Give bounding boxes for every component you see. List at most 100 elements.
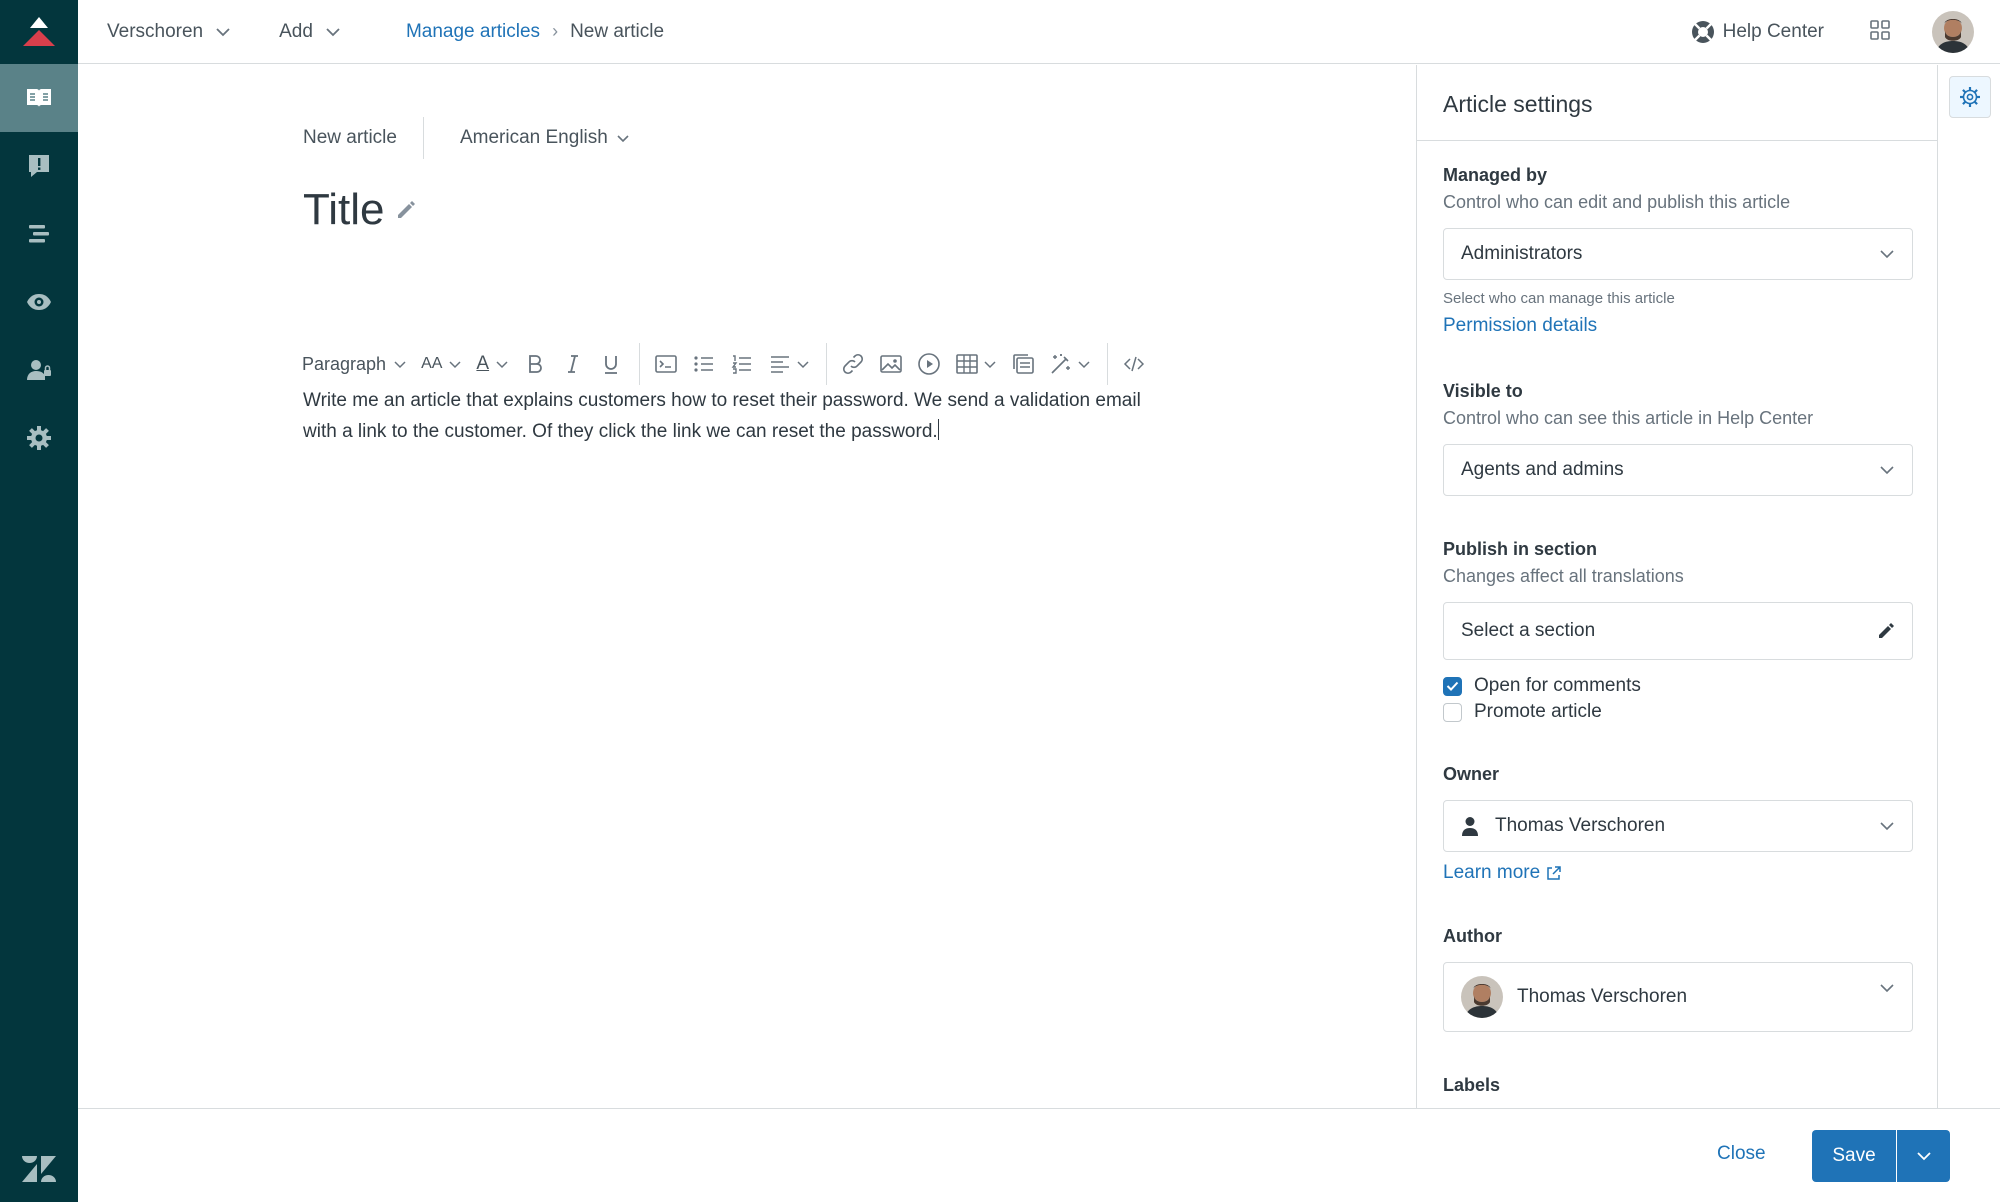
labels-label: Labels bbox=[1443, 1075, 1501, 1095]
font-size-icon: AA bbox=[421, 355, 443, 372]
toolbar-separator bbox=[826, 343, 828, 385]
table-dropdown[interactable] bbox=[955, 352, 997, 376]
body-line: with a link to the customer. Of they cli… bbox=[303, 421, 938, 442]
article-settings-panel: Article settings Managed by Control who … bbox=[1416, 65, 1938, 1108]
author-value: Thomas Verschoren bbox=[1517, 986, 1688, 1007]
workspace-dropdown[interactable]: Verschoren bbox=[107, 21, 231, 43]
chevron-down-icon bbox=[394, 360, 406, 368]
breadcrumb-manage-articles[interactable]: Manage articles bbox=[406, 21, 540, 43]
permission-details-link[interactable]: Permission details bbox=[1443, 315, 1597, 337]
chevron-down-icon bbox=[1880, 822, 1894, 831]
add-label: Add bbox=[279, 20, 313, 42]
language-dropdown[interactable]: American English bbox=[460, 127, 630, 149]
help-center-link[interactable]: Help Center bbox=[1691, 20, 1824, 44]
author-select[interactable]: Thomas Verschoren bbox=[1443, 962, 1913, 1032]
managed-by-select[interactable]: Administrators bbox=[1443, 228, 1913, 280]
publish-section: Publish in section Changes affect all tr… bbox=[1443, 539, 1913, 660]
open-for-comments-checkbox[interactable]: Open for comments bbox=[1443, 673, 1911, 699]
nav-arrange-icon[interactable] bbox=[0, 200, 78, 268]
ai-magic-dropdown[interactable] bbox=[1049, 352, 1091, 376]
save-options-button[interactable] bbox=[1897, 1130, 1950, 1182]
numbered-list-icon[interactable] bbox=[730, 352, 754, 376]
managed-by-section: Managed by Control who can edit and publ… bbox=[1443, 165, 1913, 337]
code-block-icon[interactable] bbox=[654, 352, 678, 376]
breadcrumb-current: New article bbox=[570, 20, 665, 42]
visible-to-label: Visible to bbox=[1443, 381, 1523, 401]
chevron-down-icon bbox=[216, 27, 230, 36]
paragraph-style-dropdown[interactable]: Paragraph bbox=[302, 354, 407, 375]
body-line: Write me an article that explains custom… bbox=[303, 390, 1141, 411]
left-nav bbox=[0, 0, 78, 1202]
content-block-icon[interactable] bbox=[1011, 352, 1035, 376]
close-button[interactable]: Close bbox=[1717, 1143, 1766, 1165]
open-for-comments-label: Open for comments bbox=[1474, 675, 1641, 696]
external-link-icon bbox=[1547, 865, 1561, 880]
chevron-down-icon bbox=[1916, 1152, 1931, 1161]
video-play-icon[interactable] bbox=[917, 352, 941, 376]
publish-hint: Changes affect all translations bbox=[1443, 566, 1684, 586]
promote-article-checkbox[interactable]: Promote article bbox=[1443, 699, 1911, 725]
bullet-list-icon[interactable] bbox=[692, 352, 716, 376]
image-icon[interactable] bbox=[879, 352, 903, 376]
product-logo[interactable] bbox=[0, 0, 78, 64]
title-field[interactable]: Title bbox=[303, 185, 417, 235]
zendesk-arrow-logo-icon bbox=[23, 17, 55, 46]
save-button[interactable]: Save bbox=[1812, 1130, 1896, 1182]
promote-article-label: Promote article bbox=[1474, 701, 1602, 722]
nav-settings-gear-icon[interactable] bbox=[0, 404, 78, 472]
top-bar: Verschoren Add Manage articles › New art… bbox=[78, 0, 2000, 64]
chevron-down-icon bbox=[1880, 984, 1894, 993]
paragraph-label: Paragraph bbox=[302, 353, 387, 374]
checkbox-unchecked-icon[interactable] bbox=[1443, 702, 1462, 722]
article-body-editor[interactable]: Write me an article that explains custom… bbox=[303, 385, 1203, 447]
nav-feedback-icon[interactable] bbox=[0, 132, 78, 200]
owner-select[interactable]: Thomas Verschoren bbox=[1443, 800, 1913, 852]
owner-label: Owner bbox=[1443, 764, 1500, 784]
owner-value: Thomas Verschoren bbox=[1495, 815, 1666, 836]
footer-bar: Close Save bbox=[78, 1108, 2000, 1202]
owner-section: Owner Thomas Verschoren Learn more bbox=[1443, 764, 1913, 884]
alignment-dropdown[interactable] bbox=[768, 352, 810, 376]
labels-section: Labels bbox=[1443, 1075, 1911, 1096]
italic-icon[interactable] bbox=[561, 352, 585, 376]
settings-panel-toggle-gear-icon[interactable] bbox=[1949, 76, 1991, 118]
add-dropdown[interactable]: Add bbox=[279, 21, 341, 43]
link-icon[interactable] bbox=[841, 352, 865, 376]
font-size-dropdown[interactable]: AA bbox=[421, 355, 462, 373]
underline-icon[interactable] bbox=[599, 352, 623, 376]
text-caret bbox=[937, 419, 939, 440]
help-center-label: Help Center bbox=[1722, 21, 1824, 42]
pencil-icon[interactable] bbox=[395, 199, 417, 221]
text-color-icon: A bbox=[476, 353, 490, 374]
user-avatar[interactable] bbox=[1932, 11, 1974, 53]
section-placeholder: Select a section bbox=[1461, 620, 1596, 641]
breadcrumb: Manage articles › New article bbox=[406, 21, 664, 43]
visible-to-section: Visible to Control who can see this arti… bbox=[1443, 381, 1913, 496]
managed-by-value: Administrators bbox=[1461, 243, 1583, 264]
text-color-dropdown[interactable]: A bbox=[476, 353, 509, 375]
table-icon bbox=[956, 354, 978, 374]
source-code-icon[interactable] bbox=[1122, 352, 1146, 376]
zendesk-logo-icon bbox=[0, 1156, 78, 1182]
chevron-down-icon bbox=[617, 134, 629, 142]
nav-preview-eye-icon[interactable] bbox=[0, 268, 78, 336]
publish-label: Publish in section bbox=[1443, 539, 1598, 559]
apps-grid-icon[interactable] bbox=[1870, 19, 1890, 45]
divider bbox=[422, 117, 424, 159]
section-picker[interactable]: Select a section bbox=[1443, 602, 1913, 660]
visible-to-select[interactable]: Agents and admins bbox=[1443, 444, 1913, 496]
breadcrumb-separator-icon: › bbox=[552, 21, 559, 41]
bold-icon[interactable] bbox=[523, 352, 547, 376]
author-avatar bbox=[1461, 976, 1503, 1018]
checkbox-group: Open for comments Promote article bbox=[1443, 673, 1911, 725]
language-label: American English bbox=[459, 127, 608, 148]
learn-more-link[interactable]: Learn more bbox=[1443, 862, 1561, 884]
workspace-label: Verschoren bbox=[107, 20, 204, 42]
checkbox-checked-icon[interactable] bbox=[1443, 676, 1462, 696]
article-title[interactable]: Title bbox=[303, 185, 385, 235]
lifebuoy-icon bbox=[1691, 21, 1714, 43]
learn-more-label: Learn more bbox=[1443, 862, 1541, 883]
nav-user-permissions-icon[interactable] bbox=[0, 336, 78, 404]
chevron-down-icon bbox=[449, 360, 461, 368]
nav-knowledge-icon[interactable] bbox=[0, 64, 78, 132]
